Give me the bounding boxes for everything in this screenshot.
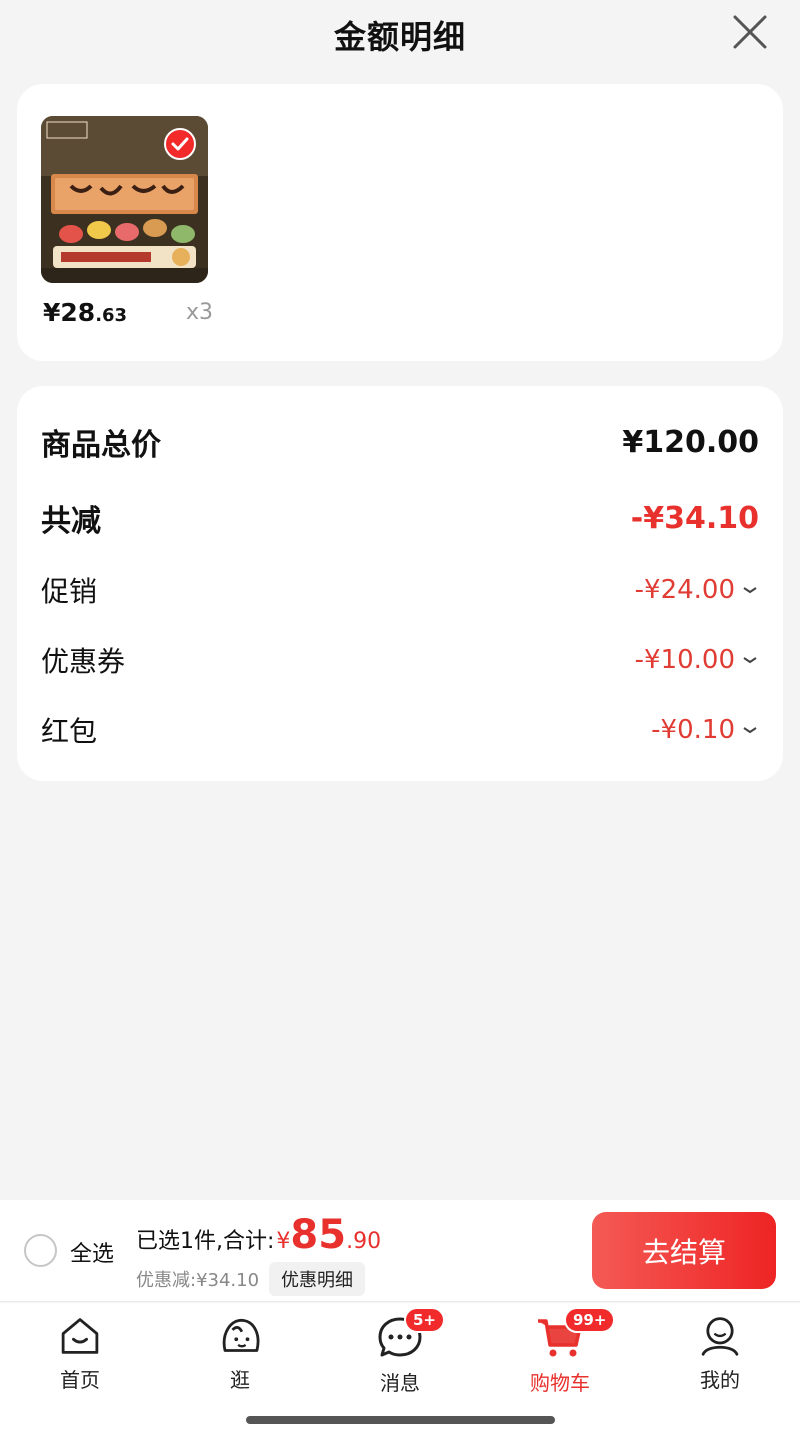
price-summary-card: 商品总价 ¥120.00 共减 -¥34.10 促销 -¥24.00 优惠券 -… <box>17 386 783 781</box>
chevron-down-icon[interactable] <box>741 584 759 596</box>
product-card: ¥28.63 x3 <box>17 84 783 361</box>
coupon-row[interactable]: 优惠券 -¥10.00 <box>41 640 759 680</box>
chevron-down-icon[interactable] <box>741 654 759 666</box>
product-price: ¥28.63 <box>43 298 128 327</box>
product-price-row: ¥28.63 x3 <box>43 298 213 334</box>
tab-profile[interactable]: 我的 <box>665 1313 775 1393</box>
promotion-row[interactable]: 促销 -¥24.00 <box>41 570 759 610</box>
total-reduce-row: 共减 -¥34.10 <box>41 500 759 540</box>
home-indicator <box>246 1416 555 1424</box>
discount-row: 优惠减:¥34.10 优惠明细 <box>136 1262 366 1296</box>
selected-check-icon[interactable] <box>164 128 196 160</box>
select-all-radio[interactable] <box>24 1234 57 1267</box>
tab-cart[interactable]: 99+ 购物车 <box>505 1307 616 1395</box>
total-price-row: 商品总价 ¥120.00 <box>41 424 759 464</box>
product-quantity: x3 <box>185 300 213 325</box>
discount-detail-button[interactable]: 优惠明细 <box>269 1262 366 1296</box>
chevron-down-icon[interactable] <box>741 724 759 736</box>
message-badge: 5+ <box>404 1307 446 1333</box>
tab-browse[interactable]: 逛 <box>185 1313 295 1393</box>
header: 金额明细 <box>0 0 800 70</box>
page-title: 金额明细 <box>333 18 466 56</box>
select-all-label[interactable]: 全选 <box>70 1236 114 1268</box>
checkout-bar: 全选 已选1件,合计: ¥ 85 .90 优惠减:¥34.10 优惠明细 去结算 <box>0 1200 800 1302</box>
tab-messages[interactable]: 5+ 消息 <box>345 1307 455 1395</box>
browse-icon <box>222 1319 260 1352</box>
cart-badge: 99+ <box>564 1307 616 1333</box>
tab-home[interactable]: 首页 <box>25 1313 135 1393</box>
selected-total: 已选1件,合计: ¥ 85 .90 <box>136 1212 382 1258</box>
red-packet-row[interactable]: 红包 -¥0.10 <box>41 710 759 750</box>
close-icon[interactable] <box>732 14 768 50</box>
checkout-button[interactable]: 去结算 <box>592 1212 776 1289</box>
product-image[interactable] <box>41 116 208 283</box>
profile-icon <box>701 1317 739 1356</box>
home-icon <box>61 1318 99 1354</box>
